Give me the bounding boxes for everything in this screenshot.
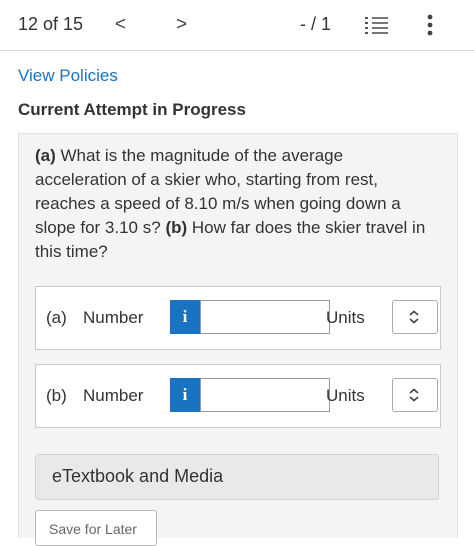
question-list-icon[interactable] (363, 14, 389, 36)
header-divider (0, 50, 474, 51)
units-select-b[interactable] (392, 378, 438, 412)
save-for-later-label: Save for Later (49, 521, 137, 537)
next-question-button[interactable]: > (176, 14, 187, 36)
part-b-marker: (b) (165, 218, 188, 237)
number-input-a[interactable] (200, 300, 330, 334)
number-input-b[interactable] (200, 378, 330, 412)
question-text: (a) What is the magnitude of the average… (35, 144, 435, 264)
more-vertical-icon[interactable] (425, 13, 435, 37)
updown-chevron-icon (409, 310, 419, 324)
question-card: (a) What is the magnitude of the average… (18, 133, 458, 546)
units-select-a[interactable] (392, 300, 438, 334)
answer-part-label: (a) (46, 308, 67, 327)
view-policies-link[interactable]: View Policies (18, 66, 118, 86)
answer-row-b: (b) Number i Units (35, 364, 441, 428)
part-a-marker: (a) (35, 146, 56, 165)
attempt-status-heading: Current Attempt in Progress (18, 100, 246, 119)
answer-row-a: (a) Number i Units (35, 286, 441, 350)
top-navigation-bar: 12 of 15 < > - / 1 (0, 0, 474, 50)
updown-chevron-icon (409, 388, 419, 402)
units-label: Units (326, 308, 365, 327)
units-label: Units (326, 386, 365, 405)
number-label: Number (83, 386, 144, 405)
save-for-later-button[interactable]: Save for Later (35, 510, 157, 546)
previous-question-button[interactable]: < (115, 14, 126, 36)
info-icon[interactable]: i (170, 378, 200, 412)
etextbook-label: eTextbook and Media (52, 466, 224, 486)
question-score: - / 1 (300, 14, 332, 34)
number-label: Number (83, 308, 144, 327)
question-counter: 12 of 15 (18, 14, 84, 34)
answer-part-label: (b) (46, 386, 67, 405)
info-icon[interactable]: i (170, 300, 200, 334)
etextbook-and-media-button[interactable]: eTextbook and Media (35, 454, 439, 500)
